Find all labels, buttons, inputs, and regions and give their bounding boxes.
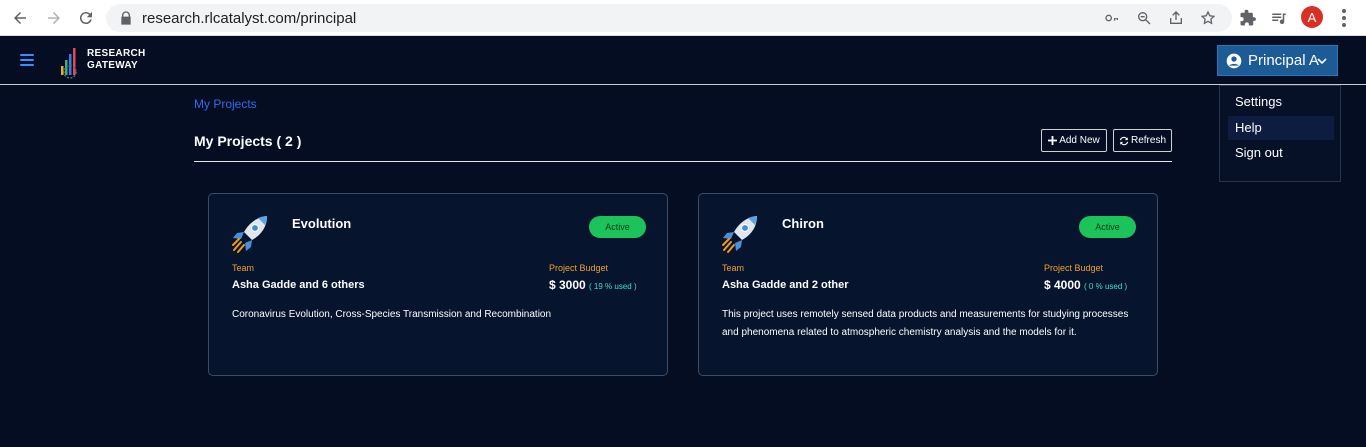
budget-label: Project Budget [1044, 263, 1104, 273]
budget-value: $ 4000 [1044, 278, 1081, 292]
extensions-puzzle-icon[interactable] [1237, 7, 1259, 29]
user-menu-label: Principal A [1248, 52, 1319, 69]
zoom-icon[interactable] [1134, 8, 1154, 28]
page-title: My Projects ( 2 ) [194, 133, 302, 149]
project-description: This project uses remotely sensed data p… [722, 309, 1129, 338]
project-card-evolution[interactable]: Evolution Active Team Asha Gadde and 6 o… [208, 193, 668, 376]
browser-menu-icon[interactable] [1334, 6, 1354, 30]
budget-row: $ 3000 ( 19 % used ) [549, 278, 637, 292]
user-circle-icon [1226, 53, 1242, 68]
status-badge: Active [1079, 216, 1136, 238]
lock-icon [118, 10, 134, 26]
back-arrow-icon[interactable] [8, 6, 32, 30]
user-menu-button[interactable]: Principal A [1217, 45, 1338, 76]
budget-used: ( 19 % used ) [589, 282, 637, 291]
rocket-icon [232, 216, 267, 253]
address-bar[interactable]: research.rlcatalyst.com/principal [106, 4, 1232, 32]
plus-icon [1048, 136, 1058, 145]
status-badge: Active [589, 216, 646, 238]
key-icon[interactable] [1102, 8, 1122, 28]
logo-line-research: RESEARCH [87, 48, 146, 59]
share-icon[interactable] [1166, 8, 1186, 28]
menu-item-help[interactable]: Help [1228, 116, 1334, 140]
refresh-button[interactable]: Refresh [1113, 129, 1172, 152]
bookmark-star-icon[interactable] [1198, 8, 1218, 28]
project-name[interactable]: Evolution [292, 216, 351, 231]
add-new-button[interactable]: Add New [1041, 129, 1107, 152]
budget-used: ( 0 % used ) [1084, 282, 1128, 291]
menu-item-sign-out[interactable]: Sign out [1228, 141, 1334, 165]
app-header: RESEARCH GATEWAY Principal A [0, 36, 1366, 85]
breadcrumb[interactable]: My Projects [194, 97, 257, 111]
team-value: Asha Gadde and 6 others [232, 279, 365, 291]
refresh-icon [1119, 136, 1129, 145]
url-text: research.rlcatalyst.com/principal [142, 10, 357, 27]
team-value: Asha Gadde and 2 other [722, 279, 849, 291]
user-dropdown-menu: Settings Help Sign out [1219, 85, 1341, 182]
title-divider [194, 161, 1172, 162]
budget-label: Project Budget [549, 263, 609, 273]
logo-line-gateway: GATEWAY [87, 60, 138, 71]
project-name[interactable]: Chiron [782, 216, 824, 231]
menu-item-settings[interactable]: Settings [1228, 90, 1334, 114]
refresh-label: Refresh [1130, 135, 1166, 146]
rocket-icon [722, 216, 757, 253]
forward-arrow-icon[interactable] [42, 6, 66, 30]
media-queue-icon[interactable] [1268, 7, 1290, 29]
reload-icon[interactable] [74, 6, 98, 30]
hamburger-menu-icon[interactable] [20, 54, 34, 66]
profile-avatar[interactable]: A [1301, 6, 1323, 28]
budget-value: $ 3000 [549, 278, 586, 292]
team-label: Team [722, 263, 745, 273]
logo-text: RESEARCH GATEWAY [87, 48, 146, 72]
browser-toolbar: research.rlcatalyst.com/principal A [0, 0, 1366, 36]
chevron-down-icon [1317, 58, 1327, 65]
add-new-label: Add New [1059, 135, 1100, 146]
team-label: Team [232, 263, 255, 273]
budget-row: $ 4000 ( 0 % used ) [1044, 278, 1127, 292]
project-card-chiron[interactable]: Chiron Active Team Asha Gadde and 2 othe… [698, 193, 1158, 376]
project-description: Coronavirus Evolution, Cross-Species Tra… [232, 309, 552, 320]
